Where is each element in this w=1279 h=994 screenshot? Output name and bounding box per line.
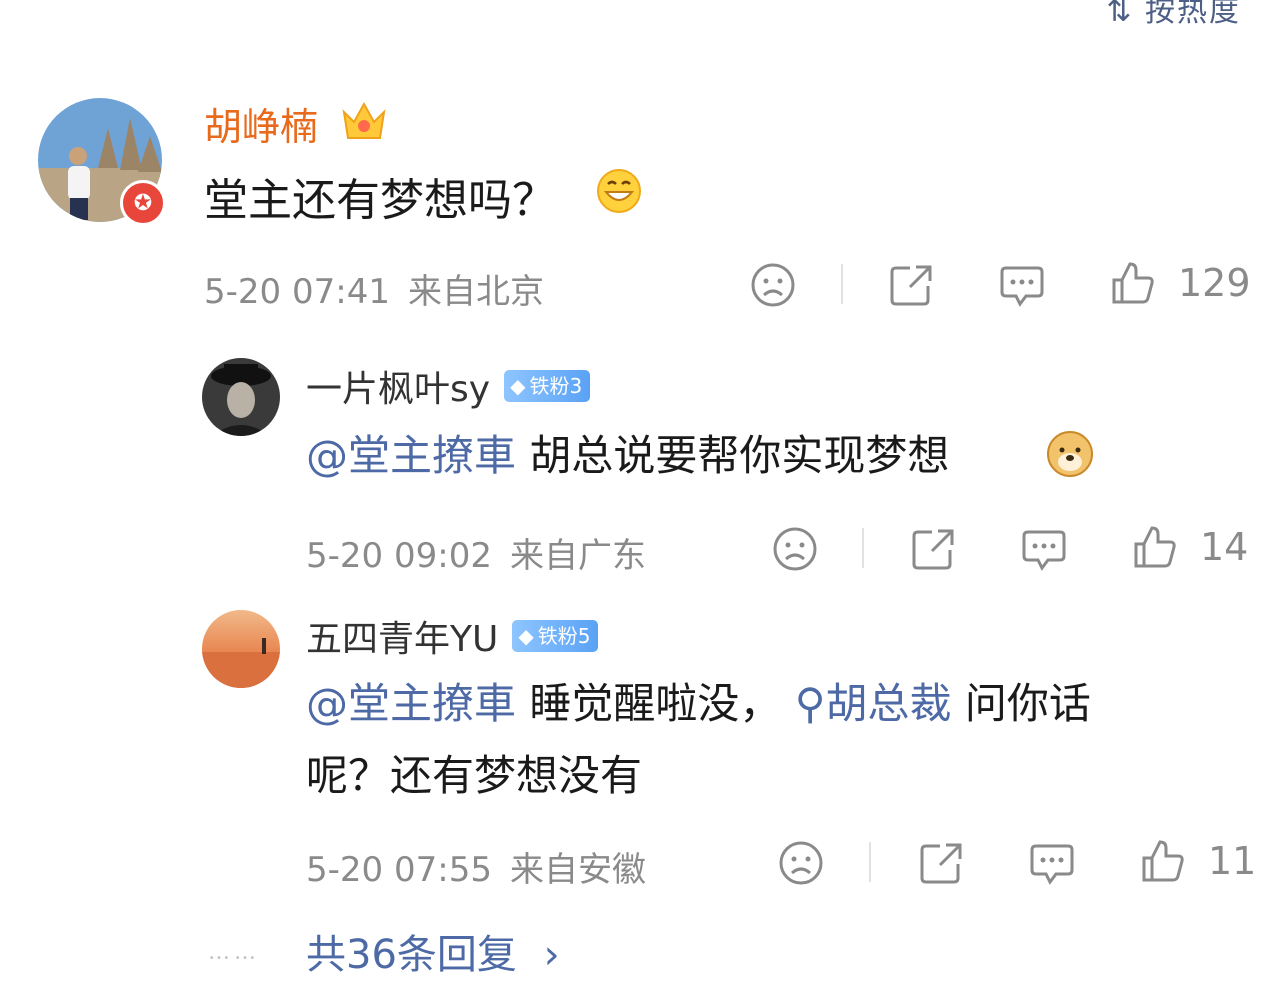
reply-button[interactable] — [1028, 840, 1076, 886]
search-icon: ⚲ — [794, 679, 826, 728]
reply-button[interactable] — [998, 262, 1046, 308]
reply-time: 5-20 09:02 — [306, 536, 492, 576]
thumbs-up-icon — [1134, 526, 1176, 568]
avatar-reply-1[interactable] — [202, 358, 280, 436]
comment-text-body: 堂主还有梦想吗？ — [204, 175, 556, 226]
reply-username[interactable]: 一片枫叶sy — [306, 360, 490, 412]
like-count: 11 — [1208, 839, 1257, 883]
mention-link[interactable]: @堂主撩車 — [306, 679, 516, 728]
vip-crown-icon — [340, 98, 388, 146]
share-button[interactable] — [888, 262, 934, 308]
like-button[interactable]: 11 — [1140, 838, 1256, 884]
sort-toggle[interactable]: ⇅ 按热度 — [1106, 0, 1241, 30]
view-all-replies-label: 共36条回复 — [306, 932, 517, 978]
dislike-button[interactable] — [750, 262, 796, 308]
thumbs-up-icon — [1112, 262, 1154, 304]
reply-2-text: @堂主撩車 睡觉醒啦没， ⚲胡总裁 问你话 呢？还有梦想没有 — [306, 668, 1226, 812]
reply-button[interactable] — [1020, 526, 1068, 572]
sad-face-icon — [773, 527, 817, 571]
diamond-icon: ◆ — [518, 624, 534, 648]
reply-body-cont: 问你话 — [951, 679, 1091, 728]
reply-2-header: 五四青年YU ◆ 铁粉5 — [306, 610, 599, 662]
reply-2-meta: 5-20 07:55 来自安徽 — [306, 842, 646, 891]
comment-location: 来自北京 — [407, 272, 544, 312]
share-icon — [912, 529, 954, 570]
comment-text: 堂主还有梦想吗？ — [204, 164, 556, 228]
share-icon — [920, 843, 962, 884]
fan-badge-label: 铁粉5 — [537, 624, 591, 648]
action-divider — [841, 264, 843, 304]
dislike-button[interactable] — [772, 526, 818, 572]
verified-badge-icon: ✪ — [120, 180, 166, 226]
comment-icon — [1022, 530, 1066, 571]
sad-face-icon — [751, 263, 795, 307]
reply-1-meta: 5-20 09:02 来自广东 — [306, 528, 646, 577]
reply-1-header: 一片枫叶sy ◆ 铁粉3 — [306, 360, 591, 412]
dislike-button[interactable] — [778, 840, 824, 886]
fan-badge: ◆ 铁粉5 — [512, 620, 599, 652]
reply-username[interactable]: 五四青年YU — [306, 610, 498, 662]
reply-time: 5-20 07:55 — [306, 850, 492, 890]
reply-body: 胡总说要帮你实现梦想 — [516, 431, 950, 480]
sort-icon: ⇅ — [1106, 0, 1134, 29]
diamond-icon: ◆ — [510, 374, 526, 398]
comment-meta: 5-20 07:41 来自北京 — [204, 264, 544, 313]
thumbs-up-icon — [1142, 840, 1184, 882]
comment-time: 5-20 07:41 — [204, 272, 390, 312]
action-divider — [869, 842, 871, 882]
share-icon — [890, 265, 932, 306]
sad-face-icon — [779, 841, 823, 885]
reply-1-text: @堂主撩車 胡总说要帮你实现梦想 — [306, 420, 949, 492]
reply-location: 来自安徽 — [509, 850, 646, 890]
avatar-reply-2[interactable] — [202, 610, 280, 688]
comment-icon — [1030, 844, 1074, 885]
like-count: 129 — [1178, 261, 1251, 305]
username-text: 胡峥楠 — [204, 105, 319, 149]
reply-location: 来自广东 — [509, 536, 646, 576]
doge-emoji-icon — [1046, 430, 1094, 482]
fan-badge-label: 铁粉3 — [529, 374, 583, 398]
dots-separator: …… — [208, 940, 260, 965]
like-button[interactable]: 14 — [1132, 524, 1248, 570]
like-count: 14 — [1200, 525, 1249, 569]
topic-label: 胡总裁 — [825, 679, 952, 728]
grin-emoji-icon — [596, 168, 642, 218]
fan-badge: ◆ 铁粉3 — [504, 370, 591, 402]
chevron-right-icon: › — [543, 932, 560, 978]
share-button[interactable] — [910, 526, 956, 572]
view-all-replies-link[interactable]: 共36条回复 › — [306, 922, 560, 980]
mention-link[interactable]: @堂主撩車 — [306, 431, 516, 480]
like-button[interactable]: 129 — [1110, 260, 1251, 306]
username[interactable]: 胡峥楠 — [204, 96, 318, 151]
share-button[interactable] — [918, 840, 964, 886]
reply-body: 睡觉醒啦没， — [516, 679, 782, 728]
action-divider — [862, 528, 864, 568]
sort-label: 按热度 — [1145, 0, 1241, 29]
reply-body-line2: 呢？还有梦想没有 — [306, 751, 643, 800]
comment-icon — [1000, 266, 1044, 307]
topic-link[interactable]: ⚲胡总裁 — [795, 679, 952, 728]
